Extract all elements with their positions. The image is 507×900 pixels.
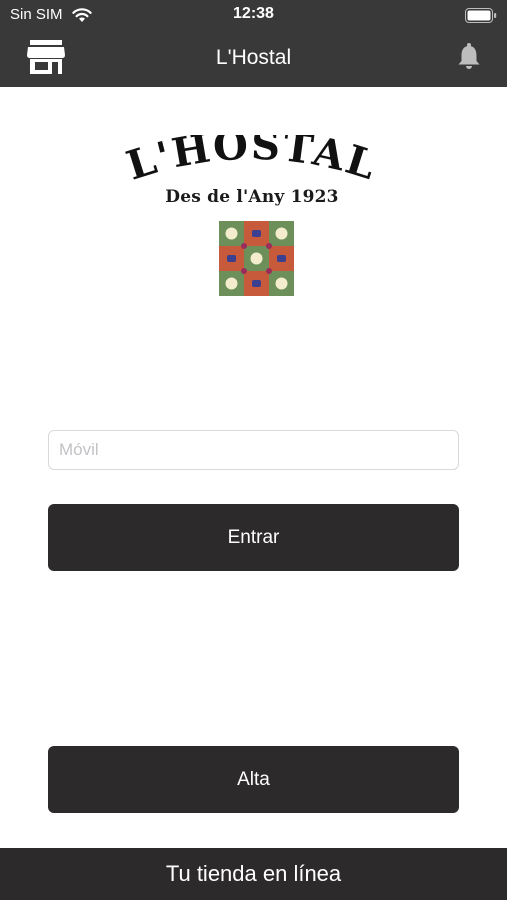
nav-title: L'Hostal xyxy=(215,46,292,69)
brand-logo: L'HOSTAL Des de l'Any 1923 xyxy=(112,122,392,215)
svg-text:L'HOSTAL: L'HOSTAL xyxy=(121,135,383,190)
nav-bar: L'Hostal xyxy=(0,30,507,87)
battery-icon xyxy=(465,8,497,23)
logo-wordmark: L'HOSTAL xyxy=(121,122,383,190)
tile-image xyxy=(219,221,294,296)
logo-title: L'HOSTAL xyxy=(121,122,381,190)
status-time: 12:38 xyxy=(233,5,274,22)
phone-input[interactable] xyxy=(48,430,459,470)
logo-subtitle: Des de l'Any 1923 xyxy=(165,187,339,207)
online-store-footer[interactable]: Tu tienda en línea xyxy=(0,848,507,900)
bell-icon[interactable] xyxy=(457,42,481,70)
login-button[interactable]: Entrar xyxy=(48,504,459,571)
signup-button[interactable]: Alta xyxy=(48,746,459,813)
status-bar: Sin SIM 12:38 xyxy=(0,0,507,30)
app-screen: Sin SIM 12:38 L'Hostal L'HOSTAL Des de l… xyxy=(0,0,507,900)
